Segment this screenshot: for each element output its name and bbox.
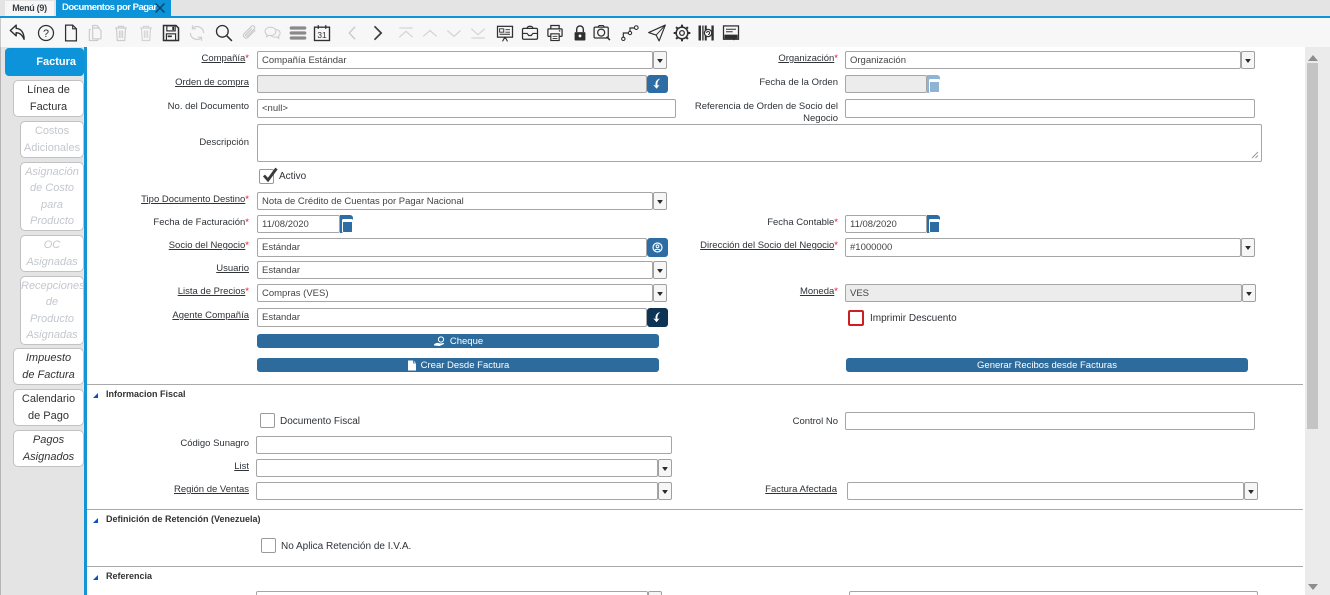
svg-text:31: 31 <box>317 30 327 40</box>
svg-text:?: ? <box>43 28 49 40</box>
